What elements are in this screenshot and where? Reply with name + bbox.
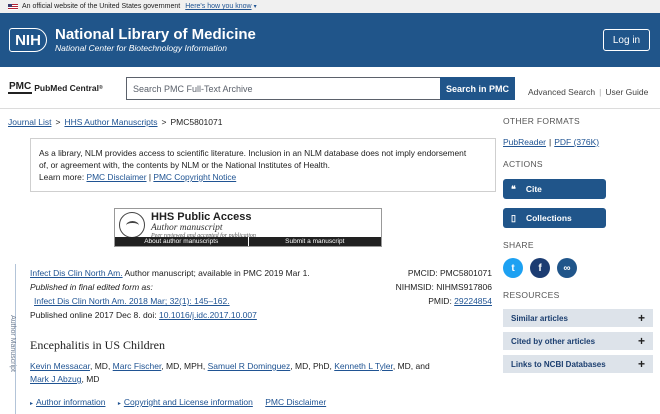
- nih-logo[interactable]: NIH: [9, 28, 47, 52]
- cite-button[interactable]: ❝ Cite: [503, 179, 606, 199]
- pmc-disclaimer-link-2[interactable]: PMC Disclaimer: [265, 397, 326, 407]
- login-button[interactable]: Log in: [603, 29, 650, 51]
- us-flag-icon: [8, 3, 18, 10]
- pmc-disclaimer-link[interactable]: PMC Disclaimer: [86, 172, 146, 182]
- share-heading: SHARE: [503, 240, 534, 250]
- author-link[interactable]: Kevin Messacar: [30, 361, 90, 371]
- triangle-right-icon[interactable]: ▸: [118, 401, 121, 407]
- triangle-right-icon[interactable]: ▸: [30, 401, 33, 407]
- resources-heading: RESOURCES: [503, 290, 560, 300]
- nlm-notice: As a library, NLM provides access to sci…: [30, 138, 496, 192]
- author-link[interactable]: Marc Fischer: [113, 361, 162, 371]
- author-link[interactable]: Kenneth L Tyler: [334, 361, 393, 371]
- pmc-logo-box: PMC: [8, 81, 33, 94]
- actions-heading: ACTIONS: [503, 159, 543, 169]
- nihmsid: NIHMSID: NIHMS917806: [395, 282, 492, 292]
- author-information-link[interactable]: Author information: [36, 397, 105, 407]
- heres-how-link[interactable]: Here's how you know: [185, 3, 251, 10]
- article-title: Encephalitis in US Children: [30, 338, 165, 352]
- hhs-public-access-banner: HHS Public Access Author manuscript Peer…: [114, 208, 382, 247]
- pdf-link[interactable]: PDF (376K): [554, 137, 599, 147]
- other-formats-heading: OTHER FORMATS: [503, 116, 580, 126]
- gov-banner-text: An official website of the United States…: [22, 3, 181, 10]
- similar-articles-accordion[interactable]: Similar articles +: [503, 309, 653, 327]
- search-bar-row: PMC PubMed Central ® Search PMC Full-Text…: [0, 67, 660, 109]
- twitter-icon[interactable]: t: [503, 258, 523, 278]
- registered-mark: ®: [98, 84, 103, 91]
- pmcid: PMCID: PMC5801071: [407, 268, 492, 278]
- breadcrumb-hhs-manuscripts[interactable]: HHS Author Manuscripts: [64, 117, 157, 127]
- plus-icon: +: [637, 334, 645, 348]
- final-form-reference-link[interactable]: Infect Dis Clin North Am. 2018 Mar; 32(1…: [34, 296, 230, 306]
- author-manuscript-side-label: Author Manuscript: [8, 315, 16, 372]
- bookmark-icon: ▯: [511, 212, 516, 223]
- author-link[interactable]: Mark J Abzug: [30, 374, 82, 384]
- plus-icon: +: [637, 357, 645, 371]
- nlm-header: NIH National Library of Medicine Nationa…: [0, 13, 660, 67]
- author-link[interactable]: Samuel R Dominguez: [208, 361, 291, 371]
- article-subnav: ▸ Author information ▸ Copyright and Licen…: [30, 397, 326, 407]
- author-list: Kevin Messacar, MD, Marc Fischer, MD, MP…: [30, 361, 430, 384]
- journal-link[interactable]: Infect Dis Clin North Am.: [30, 268, 123, 278]
- pmc-logo[interactable]: PMC PubMed Central ®: [8, 81, 126, 94]
- pmc-copyright-link[interactable]: PMC Copyright Notice: [153, 172, 236, 182]
- user-guide-link[interactable]: User Guide: [605, 87, 648, 97]
- facebook-icon[interactable]: f: [530, 258, 550, 278]
- breadcrumb-current: PMC5801071: [170, 117, 223, 127]
- cited-by-accordion[interactable]: Cited by other articles +: [503, 332, 653, 350]
- copyright-license-link[interactable]: Copyright and License information: [124, 397, 253, 407]
- gov-banner: An official website of the United States…: [0, 0, 660, 13]
- plus-icon: +: [637, 311, 645, 325]
- submit-manuscript-link[interactable]: Submit a manuscript: [247, 237, 382, 246]
- doi-link[interactable]: 10.1016/j.idc.2017.10.007: [159, 310, 257, 320]
- site-subtitle: National Center for Biotechnology Inform…: [55, 42, 227, 53]
- collections-button[interactable]: ▯ Collections: [503, 208, 606, 228]
- site-title[interactable]: National Library of Medicine: [55, 26, 256, 43]
- ncbi-links-accordion[interactable]: Links to NCBI Databases +: [503, 355, 653, 373]
- right-sidebar: OTHER FORMATS PubReader | PDF (376K) ACTIO…: [503, 110, 653, 373]
- citation-block: Infect Dis Clin North Am. Author manuscr…: [30, 268, 310, 320]
- search-input[interactable]: Search PMC Full-Text Archive: [126, 77, 441, 100]
- advanced-search-link[interactable]: Advanced Search: [528, 87, 595, 97]
- breadcrumb: Journal List > HHS Author Manuscripts > PMC5…: [8, 117, 223, 127]
- pmid-link[interactable]: 29224854: [454, 296, 492, 306]
- article-ids: PMCID: PMC5801071 NIHMSID: NIHMS917806 P…: [395, 268, 492, 306]
- quote-icon: ❝: [511, 183, 516, 194]
- pubreader-link[interactable]: PubReader: [503, 137, 546, 147]
- about-author-manuscripts-link[interactable]: About author manuscripts: [115, 237, 248, 246]
- chevron-down-icon[interactable]: ▾: [254, 3, 257, 10]
- breadcrumb-journal-list[interactable]: Journal List: [8, 117, 51, 127]
- link-icon[interactable]: ∞: [557, 258, 577, 278]
- hhs-eagle-icon: [119, 212, 145, 238]
- pmc-logo-text: PubMed Central: [34, 82, 99, 93]
- search-button[interactable]: Search in PMC: [440, 77, 515, 100]
